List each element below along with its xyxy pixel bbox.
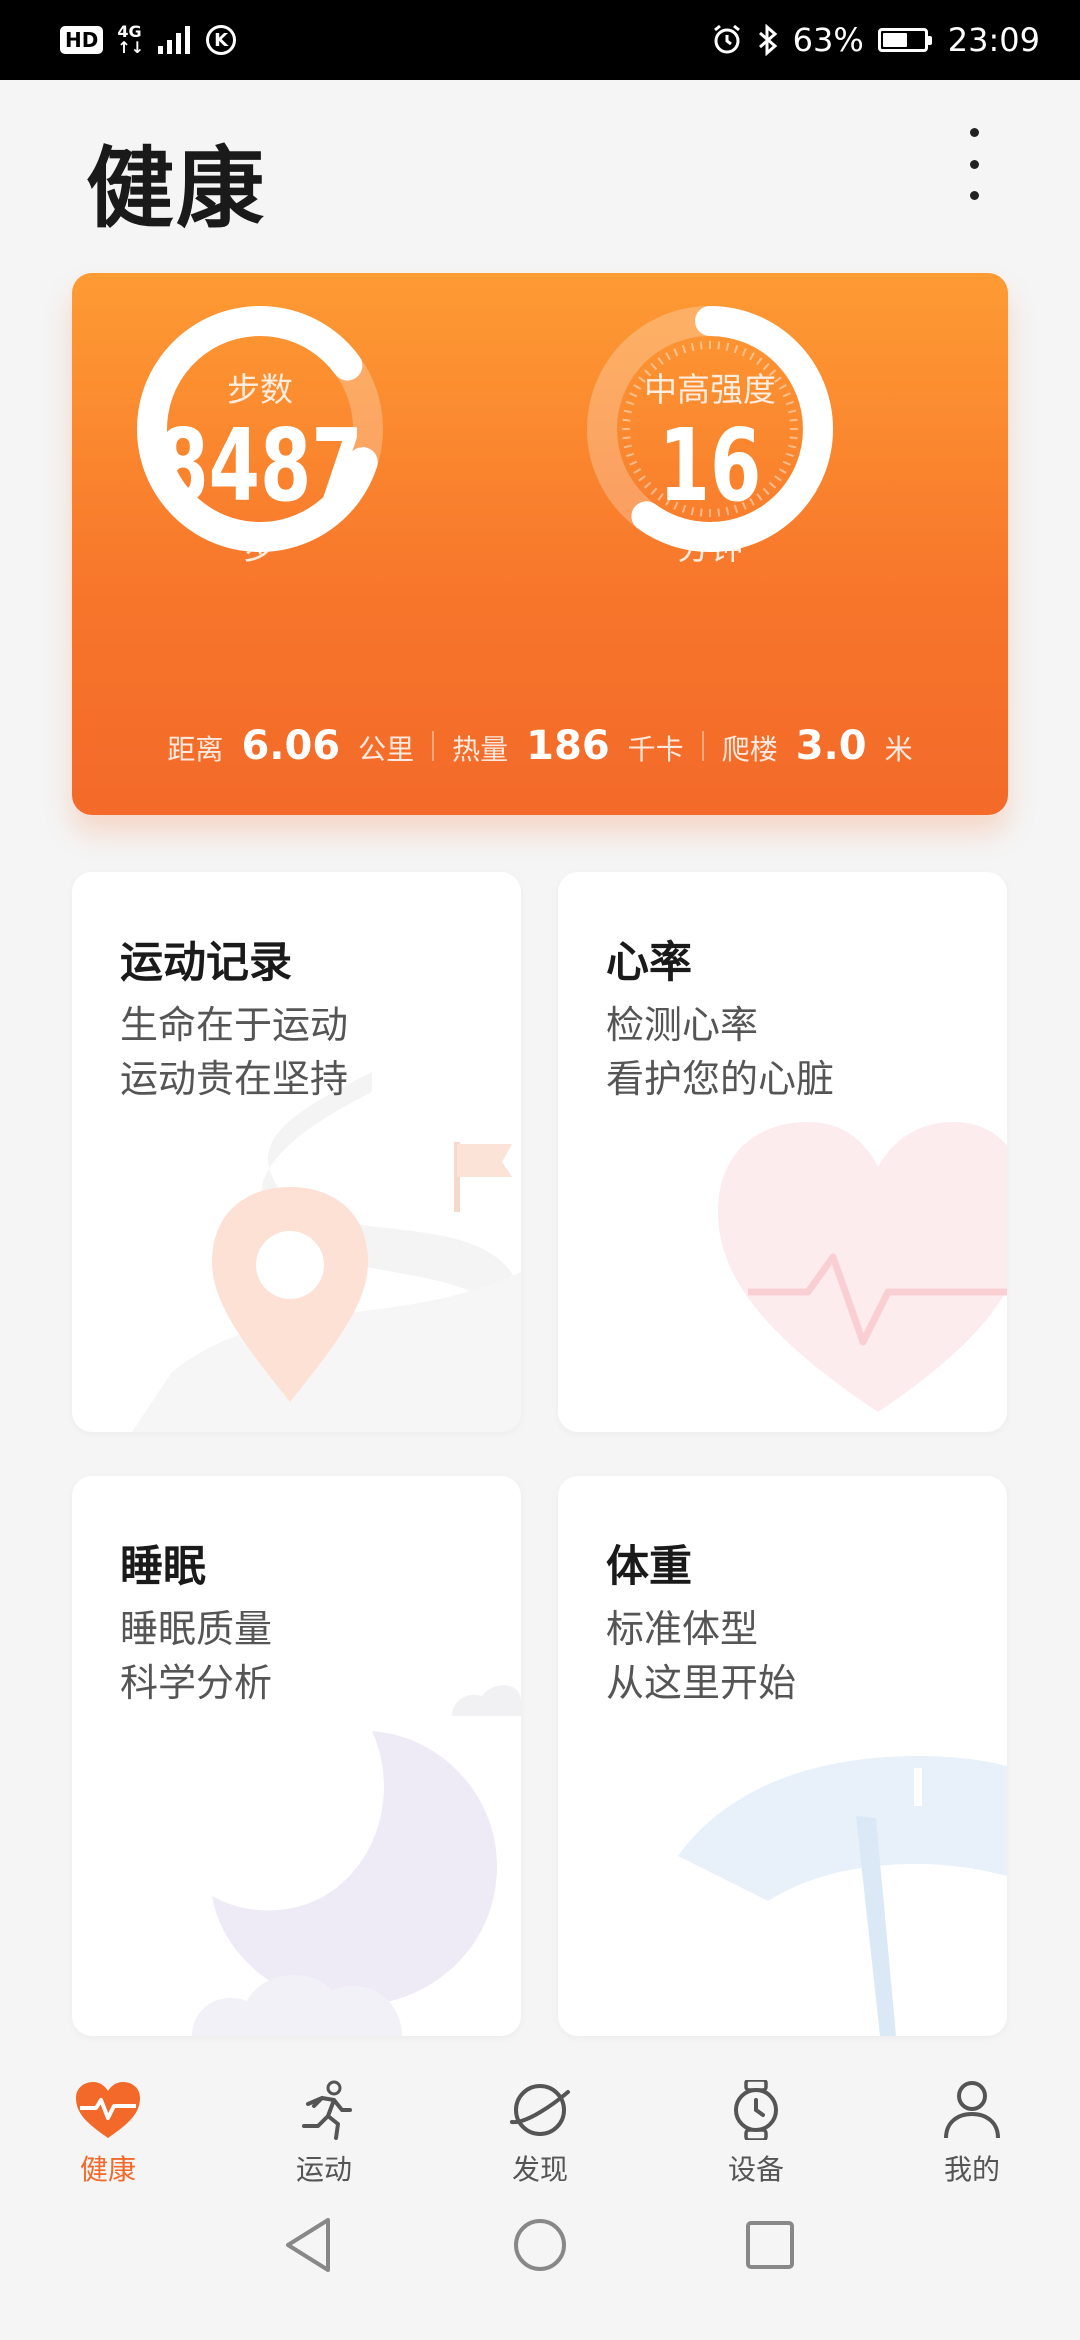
- nav-item-sport[interactable]: 运动: [216, 2060, 432, 2210]
- calories-label: 热量: [452, 733, 509, 766]
- floors-value: 3.0: [795, 723, 867, 769]
- heart-pulse-icon: [76, 2082, 140, 2138]
- battery-icon: [877, 28, 932, 52]
- nav-item-device[interactable]: 设备: [648, 2060, 864, 2210]
- intensity-tick: [673, 348, 679, 357]
- nav-label-discover: 发现: [511, 2153, 568, 2186]
- activity-stats: 距离 6.06 公里 热量 186 千卡 爬楼 3.0 米: [72, 723, 1008, 769]
- person-icon: [944, 2081, 1000, 2139]
- battery-percent: 63%: [792, 21, 864, 59]
- home-icon[interactable]: [514, 2219, 566, 2271]
- heart-rate-card[interactable]: 心率 检测心率 看护您的心脏: [558, 872, 1007, 1432]
- clock: 23:09: [947, 21, 1040, 59]
- bluetooth-icon: [758, 24, 777, 56]
- nav-item-discover[interactable]: 发现: [432, 2060, 648, 2210]
- recents-icon[interactable]: [746, 2221, 794, 2269]
- planet-icon: [510, 2084, 570, 2136]
- sleep-card[interactable]: 睡眠 睡眠质量 科学分析: [72, 1476, 521, 2036]
- sleep-card-line2: 科学分析: [120, 1661, 273, 1705]
- exercise-card-title: 运动记录: [120, 938, 292, 988]
- nav-item-health[interactable]: 健康: [0, 2060, 216, 2210]
- intensity-tick: [741, 348, 747, 357]
- page-title: 健康: [86, 137, 267, 240]
- status-bar: HD 4G ↑↓ K 63% 23:09: [0, 0, 1080, 80]
- activity-summary-card[interactable]: 步数 8487 步 中高强度 16 分钟 距离 6.06 公里 热量 186 千…: [72, 273, 1008, 815]
- steps-unit: 步: [243, 528, 277, 567]
- k-app-icon: K: [206, 25, 237, 55]
- floors-unit: 米: [884, 733, 913, 766]
- distance-value: 6.06: [241, 723, 341, 769]
- exercise-record-card[interactable]: 运动记录 生命在于运动 运动贵在坚持: [72, 872, 521, 1432]
- intensity-label: 中高强度: [644, 370, 776, 409]
- sleep-card-title: 睡眠: [120, 1542, 206, 1592]
- network-indicator: 4G ↑↓: [117, 22, 145, 57]
- intensity-unit: 分钟: [677, 528, 743, 567]
- weight-card[interactable]: 体重 标准体型 从这里开始: [558, 1476, 1007, 2036]
- back-icon[interactable]: [286, 2218, 330, 2272]
- weight-card-title: 体重: [606, 1542, 692, 1592]
- heart-card-line2: 看护您的心脏: [606, 1057, 835, 1101]
- hd-badge: HD: [60, 26, 104, 54]
- calories-unit: 千卡: [627, 733, 684, 766]
- intensity-tick: [681, 344, 687, 354]
- intensity-value: 16: [658, 407, 762, 524]
- floors-label: 爬楼: [721, 733, 778, 766]
- intensity-tick: [733, 344, 739, 354]
- stat-divider: [432, 731, 435, 761]
- nav-label-health: 健康: [79, 2153, 136, 2186]
- steps-value: 8487: [157, 407, 363, 524]
- weight-card-line2: 从这里开始: [606, 1661, 797, 1705]
- battery-fill: [882, 33, 907, 47]
- calories-value: 186: [526, 723, 610, 769]
- alarm-icon: [713, 24, 740, 54]
- nav-label-sport: 运动: [295, 2153, 352, 2186]
- signal-icon: [158, 26, 191, 54]
- nav-item-me[interactable]: 我的: [864, 2060, 1080, 2210]
- distance-label: 距离: [167, 733, 224, 766]
- running-icon: [302, 2080, 352, 2140]
- intensity-tick: [717, 341, 721, 350]
- intensity-tick: [749, 352, 755, 361]
- bottom-navigation: 健康 运动 发现 设备 我的: [0, 2060, 1080, 2210]
- heart-card-line1: 检测心率: [606, 1003, 759, 1047]
- stat-divider: [701, 731, 704, 761]
- more-options-icon[interactable]: [960, 128, 988, 200]
- sleep-card-line1: 睡眠质量: [120, 1607, 273, 1651]
- intensity-tick: [699, 341, 703, 350]
- system-navigation-bar: [286, 2218, 794, 2272]
- steps-label: 步数: [227, 370, 293, 409]
- nav-label-device: 设备: [727, 2153, 784, 2186]
- watch-icon: [734, 2080, 778, 2140]
- distance-unit: 公里: [358, 733, 415, 766]
- intensity-tick: [665, 352, 671, 361]
- nav-label-me: 我的: [943, 2153, 1000, 2186]
- exercise-card-line1: 生命在于运动: [120, 1003, 349, 1047]
- weight-card-line1: 标准体型: [606, 1607, 759, 1651]
- intensity-tick: [725, 342, 730, 351]
- exercise-card-line2: 运动贵在坚持: [120, 1057, 349, 1101]
- heart-card-title: 心率: [606, 938, 692, 988]
- intensity-tick: [690, 342, 695, 351]
